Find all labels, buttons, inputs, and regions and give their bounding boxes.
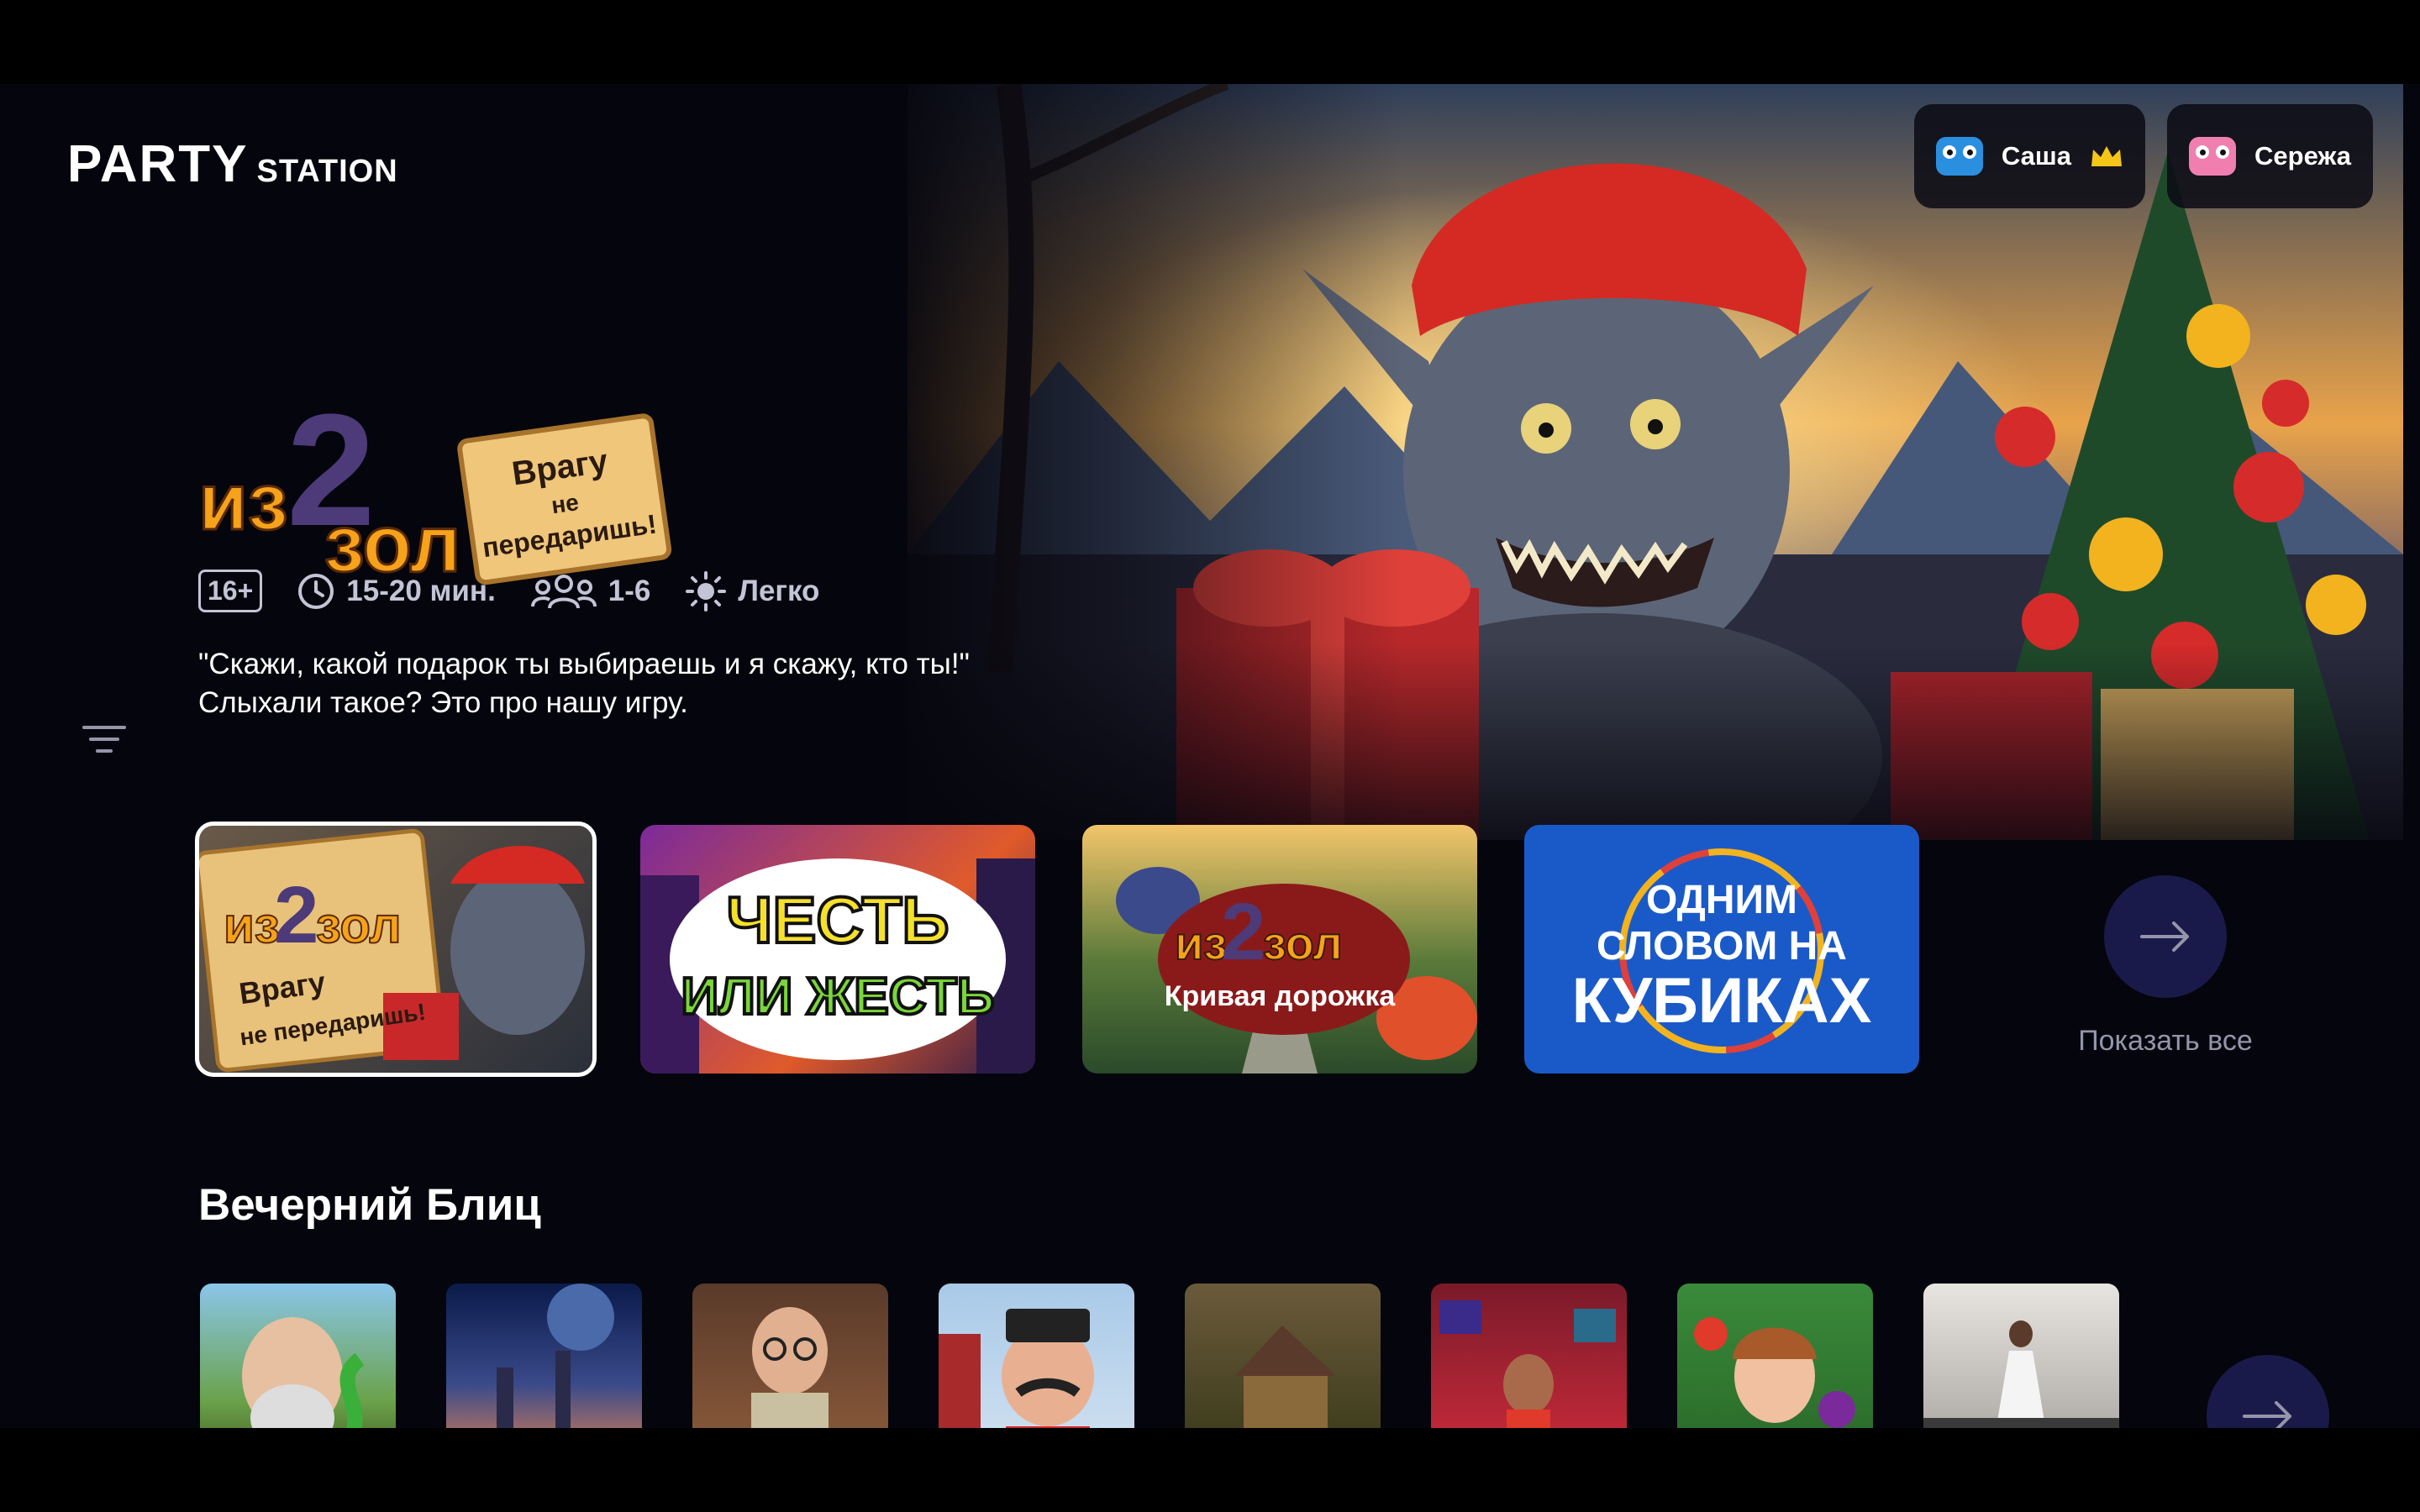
player-profiles: Саша Сережа <box>1913 104 2373 208</box>
game-card-odnim-slovom[interactable]: ОДНИМ СЛОВОМ НА КУБИКАХ <box>1524 825 1919 1074</box>
section-title: Вечерний Блиц <box>198 1180 541 1230</box>
sun-icon <box>686 570 727 612</box>
duration-info: 15-20 мин. <box>297 573 496 610</box>
game-meta: 16+ 15-20 мин. 1-6 Легко <box>198 570 819 612</box>
difficulty-info: Легко <box>686 570 820 612</box>
card-art-odnim: ОДНИМ <box>1646 878 1797 922</box>
thumb-space-city[interactable] <box>446 1284 642 1428</box>
card-art-iz: из <box>1175 916 1227 969</box>
crown-icon <box>2091 146 2122 166</box>
profile-sasha[interactable]: Саша <box>1913 104 2145 208</box>
age-rating-badge: 16+ <box>198 570 263 612</box>
section-next-button[interactable] <box>2207 1355 2329 1428</box>
thumb-old-man-snake[interactable] <box>200 1284 396 1428</box>
show-all-circle[interactable] <box>2104 875 2227 998</box>
card-art-ili-zhest: ИЛИ ЖЕСТЬ <box>681 968 995 1026</box>
players-info: 1-6 <box>530 573 651 610</box>
party-station-logo[interactable]: PARTY STATION <box>67 134 398 194</box>
arrow-right-icon <box>2140 921 2189 952</box>
card-art-kubikah: КУБИКАХ <box>1572 965 1872 1037</box>
games-carousel: из 2 зол Врагу не передаришь! ЧЕСТЬ ИЛИ … <box>195 822 1919 1077</box>
app-screen: PARTY STATION Саша Сережа из 2 зол Врагу… <box>0 84 2420 1428</box>
clock-icon <box>298 573 334 609</box>
logo-party-text: PARTY <box>67 135 249 193</box>
profile-name: Сережа <box>2254 141 2351 171</box>
card-art-krivaya: Кривая дорожка <box>1165 980 1397 1012</box>
card-art-zol: зол <box>1263 916 1343 969</box>
duration-text: 15-20 мин. <box>346 574 496 607</box>
thumb-forest-house[interactable] <box>1185 1284 1381 1428</box>
game-card-izzol-vragu[interactable]: из 2 зол Врагу не передаришь! <box>195 822 597 1077</box>
difficulty-text: Легко <box>738 574 820 607</box>
card-art-zol: зол <box>316 897 402 953</box>
pink-face-avatar-icon <box>2189 137 2236 176</box>
thumb-mustache-man[interactable] <box>939 1284 1134 1428</box>
thumb-fruit-girl[interactable] <box>1677 1284 1873 1428</box>
show-all-button[interactable]: Показать все <box>2072 875 2259 1058</box>
game-description: "Скажи, какой подарок ты выбираешь и я с… <box>198 648 970 719</box>
card-art-chest: ЧЕСТЬ <box>727 883 950 957</box>
card-art-slovom: СЛОВОМ НА <box>1597 924 1847 969</box>
game-card-chest-ili-zhest[interactable]: ЧЕСТЬ ИЛИ ЖЕСТЬ <box>640 825 1035 1074</box>
arrow-right-icon <box>2243 1401 2291 1428</box>
players-icon <box>530 574 597 609</box>
thumb-orchestra[interactable] <box>1923 1284 2119 1428</box>
game-card-izzol-krivaya[interactable]: из 2 зол Кривая дорожка <box>1082 825 1477 1074</box>
filter-icon[interactable] <box>81 722 128 759</box>
profile-serezha[interactable]: Сережа <box>2167 104 2373 208</box>
card-art-iz: из <box>224 897 280 953</box>
card-art-digit: 2 <box>274 870 318 960</box>
players-text: 1-6 <box>608 574 651 607</box>
logo-station-text: STATION <box>256 154 398 189</box>
profile-name: Саша <box>2001 141 2071 171</box>
title-art-iz: из <box>198 457 288 547</box>
card-art-digit: 2 <box>1221 887 1265 977</box>
thumb-librarian[interactable] <box>692 1284 888 1428</box>
title-art-ne: не <box>550 489 580 518</box>
section-thumbnails <box>200 1284 2119 1428</box>
thumb-gifts-girl[interactable] <box>1431 1284 1627 1428</box>
blue-face-avatar-icon <box>1935 137 1983 176</box>
show-all-label: Показать все <box>2078 1025 2253 1057</box>
